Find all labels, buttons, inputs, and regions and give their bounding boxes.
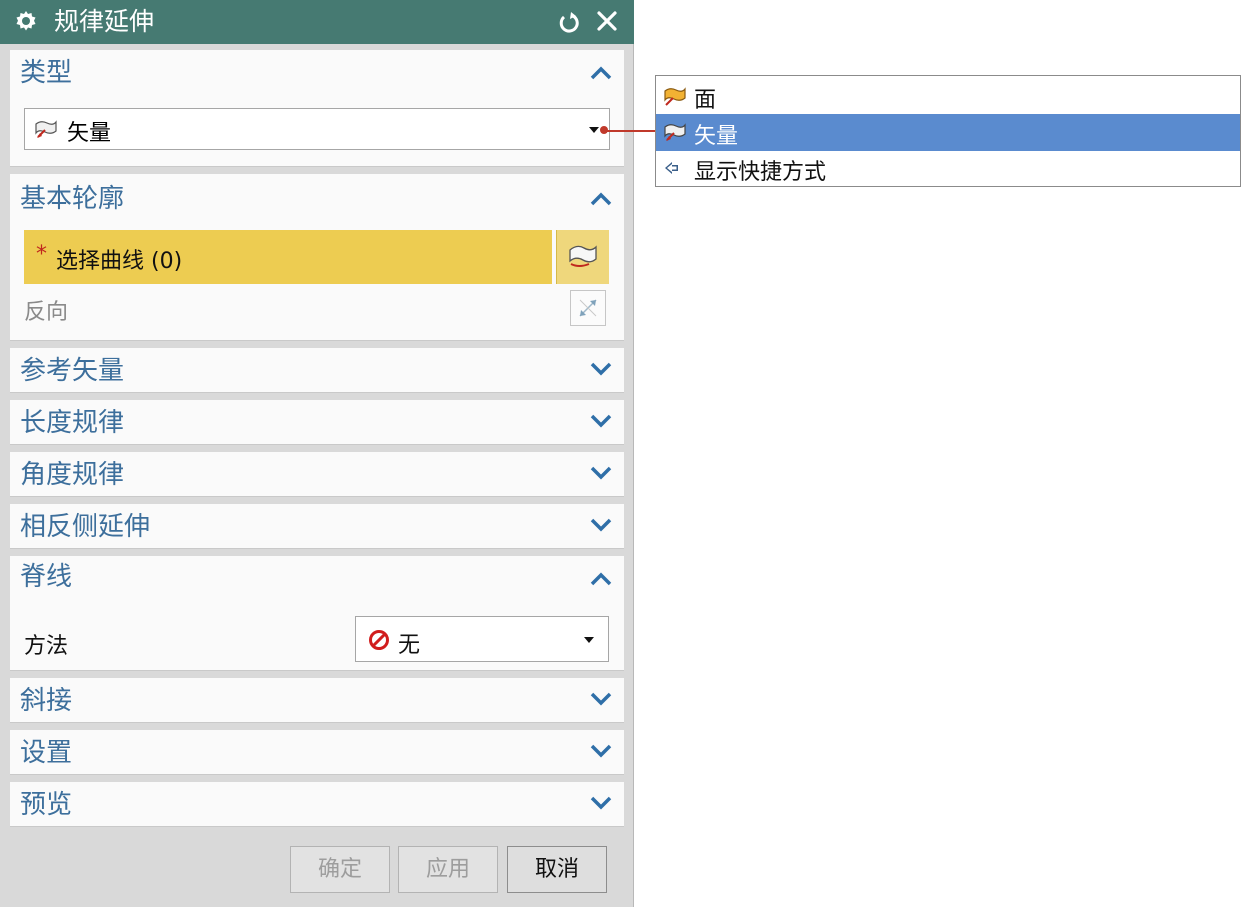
arrow-left-icon xyxy=(665,162,678,174)
section-type-title[interactable]: 类型 xyxy=(20,56,72,90)
select-curve-row[interactable]: * 选择曲线 (0) xyxy=(24,230,552,284)
law-extension-dialog: 规律延伸 类型 矢量 基本轮廓 * 选择曲线 (0) 反向 参考矢量 长度规律 … xyxy=(0,0,634,907)
chevron-down-icon xyxy=(589,127,599,133)
curve-select-icon xyxy=(569,245,597,267)
chevron-down-icon[interactable] xyxy=(590,518,612,532)
option-label: 显示快捷方式 xyxy=(694,160,827,185)
dialog-titlebar: 规律延伸 xyxy=(0,0,634,44)
reverse-label: 反向 xyxy=(24,300,69,325)
section-spine-title[interactable]: 脊线 xyxy=(20,560,72,594)
gear-icon xyxy=(16,11,36,31)
cancel-button[interactable]: 取消 xyxy=(507,846,607,893)
section-angle-law-title: 角度规律 xyxy=(20,460,125,490)
select-curve-label: 选择曲线 (0) xyxy=(56,249,183,274)
section-length-law[interactable]: 长度规律 xyxy=(10,400,624,444)
leader-line xyxy=(604,130,656,132)
method-dropdown-value: 无 xyxy=(398,633,421,658)
chevron-down-icon[interactable] xyxy=(590,414,612,428)
type-dropdown[interactable]: 矢量 xyxy=(24,108,610,150)
chevron-down-icon[interactable] xyxy=(590,796,612,810)
option-label: 矢量 xyxy=(694,124,739,149)
close-icon[interactable] xyxy=(596,10,618,32)
vector-icon xyxy=(664,123,686,141)
reverse-direction-button[interactable] xyxy=(570,290,606,326)
chevron-down-icon[interactable] xyxy=(590,362,612,376)
chevron-down-icon[interactable] xyxy=(590,744,612,758)
option-face[interactable]: 面 xyxy=(656,78,1240,115)
section-angle-law[interactable]: 角度规律 xyxy=(10,452,624,496)
option-vector[interactable]: 矢量 xyxy=(656,114,1240,151)
section-settings[interactable]: 设置 xyxy=(10,730,624,774)
section-miter-title: 斜接 xyxy=(20,686,73,716)
chevron-up-icon[interactable] xyxy=(590,66,612,80)
none-icon xyxy=(369,630,389,650)
reverse-arrows-icon xyxy=(579,299,597,317)
chevron-down-icon[interactable] xyxy=(590,692,612,706)
chevron-down-icon xyxy=(584,637,594,643)
option-show-shortcuts[interactable]: 显示快捷方式 xyxy=(656,150,1240,187)
vector-icon xyxy=(35,120,57,138)
section-spine: 脊线 方法 无 xyxy=(10,556,624,670)
method-label: 方法 xyxy=(24,634,69,659)
section-type: 类型 矢量 xyxy=(10,50,624,166)
section-settings-title: 设置 xyxy=(20,738,73,768)
section-base-profile-title[interactable]: 基本轮廓 xyxy=(20,182,124,216)
select-curve-button[interactable] xyxy=(556,230,609,284)
section-miter[interactable]: 斜接 xyxy=(10,678,624,722)
type-options-list: 面 矢量 显示快捷方式 xyxy=(655,75,1241,187)
section-opposite-side[interactable]: 相反侧延伸 xyxy=(10,504,624,548)
chevron-up-icon[interactable] xyxy=(590,572,612,586)
apply-button[interactable]: 应用 xyxy=(398,846,498,893)
face-icon xyxy=(664,87,686,106)
section-preview[interactable]: 预览 xyxy=(10,782,624,826)
section-preview-title: 预览 xyxy=(20,790,73,820)
method-dropdown[interactable]: 无 xyxy=(355,616,609,662)
dialog-title: 规律延伸 xyxy=(54,7,155,36)
section-opposite-side-title: 相反侧延伸 xyxy=(20,512,151,542)
chevron-up-icon[interactable] xyxy=(590,192,612,206)
option-label: 面 xyxy=(694,88,717,113)
required-marker: * xyxy=(36,242,47,267)
section-ref-vector[interactable]: 参考矢量 xyxy=(10,348,624,392)
type-dropdown-value: 矢量 xyxy=(67,121,112,146)
section-base-profile: 基本轮廓 * 选择曲线 (0) 反向 xyxy=(10,174,624,340)
reset-icon[interactable] xyxy=(558,10,580,34)
chevron-down-icon[interactable] xyxy=(590,466,612,480)
section-length-law-title: 长度规律 xyxy=(20,408,125,438)
section-ref-vector-title: 参考矢量 xyxy=(20,356,125,386)
ok-button[interactable]: 确定 xyxy=(290,846,390,893)
